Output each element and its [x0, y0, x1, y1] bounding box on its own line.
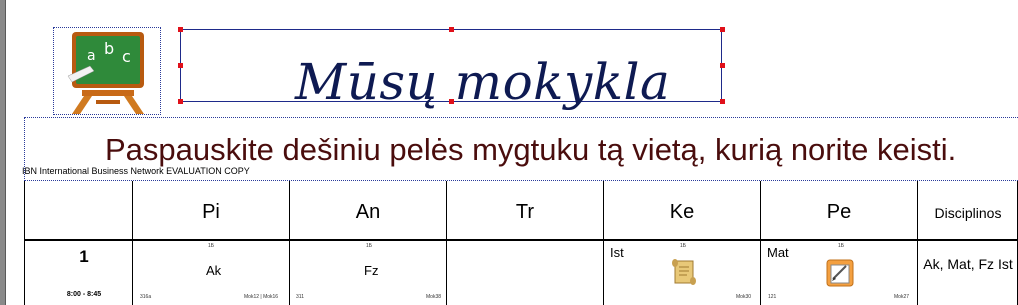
cell-class-label: 1Б [208, 243, 215, 249]
page-edge [5, 0, 6, 305]
cell-subject-ak[interactable]: Ak [206, 263, 221, 278]
lesson-number: 1 [79, 247, 89, 266]
grid-line [446, 181, 447, 305]
day-header-tr[interactable]: Tr [447, 201, 603, 224]
resize-handle-top-middle[interactable] [449, 27, 454, 32]
cell-subject-mat[interactable]: Mat [767, 245, 789, 260]
cell-room: 311 [296, 294, 304, 300]
resize-handle-middle-left[interactable] [178, 63, 183, 68]
cell-class-label: 1Б [366, 243, 373, 249]
cell-teacher: Mok30 [736, 294, 752, 300]
school-title[interactable]: Mūsų mokykla [295, 53, 670, 111]
grid-line [760, 181, 761, 305]
evaluation-watermark: IBN International Business Network EVALU… [22, 166, 250, 176]
cell-room: 316a [140, 294, 152, 300]
grid-line [132, 181, 133, 305]
cell-subject-ist[interactable]: Ist [610, 245, 624, 260]
logo-letter-b: b [104, 39, 114, 58]
lesson-disciplines: Ak, Mat, Fz Ist [923, 256, 1013, 272]
chalkboard-icon: a b c [67, 32, 144, 114]
document-page: a b c Mūsų mokykla Paspauskite dešiniu p… [5, 0, 1018, 305]
day-header-an[interactable]: An [290, 201, 446, 224]
grid-line [289, 181, 290, 305]
logo-letter-c: c [122, 47, 131, 66]
timetable-grid: Pi An Tr Ke Pe Disciplinos 1 8:00 - 8:45… [24, 180, 1018, 305]
day-header-ke[interactable]: Ke [604, 201, 760, 224]
resize-handle-bottom-right[interactable] [720, 99, 725, 104]
day-header-pe[interactable]: Pe [761, 201, 917, 224]
empty-cell[interactable] [448, 241, 598, 301]
logo-letter-a: a [87, 48, 96, 64]
day-header-pi[interactable]: Pi [133, 201, 289, 224]
cell-room: 121 [768, 294, 777, 300]
resize-handle-bottom-left[interactable] [178, 99, 183, 104]
edit-icon[interactable] [824, 257, 856, 289]
grid-line [917, 181, 918, 305]
cell-teacher: Mok38 [426, 294, 442, 300]
resize-handle-middle-right[interactable] [720, 63, 725, 68]
cell-class-label: 1Б [680, 243, 687, 249]
resize-handle-top-right[interactable] [720, 27, 725, 32]
disciplines-header[interactable]: Disciplinos [918, 205, 1018, 221]
resize-handle-top-left[interactable] [178, 27, 183, 32]
instructions-text: Paspauskite dešiniu pelės mygtuku tą vie… [105, 132, 957, 167]
grid-line [24, 181, 25, 305]
grid-line [603, 181, 604, 305]
scroll-icon[interactable] [669, 257, 699, 287]
logo-frame[interactable]: a b c [53, 27, 161, 115]
cell-subject-fz[interactable]: Fz [364, 263, 378, 278]
cell-class-label: 1Б [838, 243, 845, 249]
cell-teacher: Mok12 | Mok16 [244, 294, 279, 300]
lesson-time: 8:00 - 8:45 [66, 291, 102, 298]
cell-teacher: Mok27 [894, 294, 910, 300]
